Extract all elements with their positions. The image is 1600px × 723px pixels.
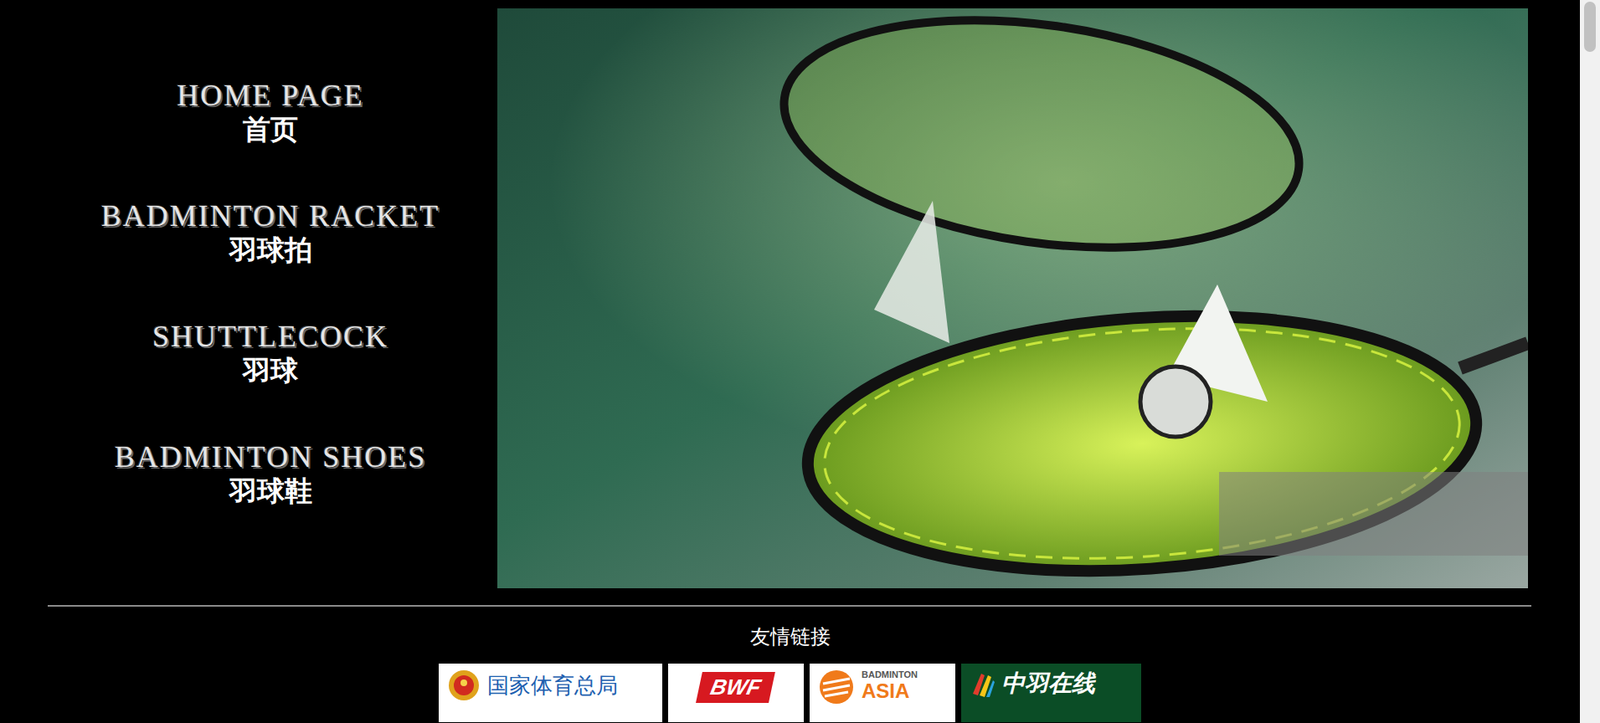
friend-link-logo[interactable]: 中羽在线 [961, 663, 1142, 723]
nav-item[interactable]: BADMINTON RACKET羽球拍 [101, 199, 440, 320]
scrollbar-thumb[interactable] [1584, 1, 1596, 52]
divider-line [47, 605, 1532, 608]
friend-links-row: 国家体育总局 BWF BADMINTONASIA 中羽在线 [0, 649, 1580, 723]
logo-text[interactable]: 中羽在线 [1001, 668, 1096, 700]
logo-text[interactable]: ASIA [861, 680, 918, 702]
nav-item[interactable]: BADMINTON SHOES羽球鞋 [114, 440, 427, 561]
nav-item-english[interactable]: SHUTTLECOCK [152, 319, 389, 355]
feather-icon [969, 668, 995, 700]
main-row: HOME PAGE首页BADMINTON RACKET羽球拍SHUTTLECOC… [0, 0, 1580, 589]
nav-item[interactable]: HOME PAGE首页 [176, 78, 365, 200]
nav-item-chinese[interactable]: 羽球拍 [229, 233, 313, 268]
friend-link-logo[interactable]: BWF [668, 663, 804, 723]
hero-banner-image [497, 8, 1528, 589]
friend-links-title: 友情链接 [0, 607, 1580, 650]
badminton-photo [497, 8, 1528, 589]
national-emblem-icon [447, 668, 481, 703]
nav-item-english[interactable]: HOME PAGE [176, 78, 365, 114]
nav-item-chinese[interactable]: 羽球 [242, 354, 299, 388]
nav-item-chinese[interactable]: 首页 [242, 113, 299, 147]
nav-item[interactable]: SHUTTLECOCK羽球 [152, 319, 389, 441]
nav-item-english[interactable]: BADMINTON RACKET [101, 199, 440, 234]
logo-text[interactable]: BWF [696, 672, 777, 704]
side-nav: HOME PAGE首页BADMINTON RACKET羽球拍SHUTTLECOC… [47, 8, 494, 589]
logo-text[interactable]: BADMINTON [861, 668, 918, 681]
scrollbar[interactable] [1579, 0, 1600, 723]
nav-item-english[interactable]: BADMINTON SHOES [114, 440, 427, 475]
nav-item-chinese[interactable]: 羽球鞋 [229, 474, 313, 509]
friend-link-logo[interactable]: BADMINTONASIA [809, 663, 956, 723]
friend-link-logo[interactable]: 国家体育总局 [438, 663, 663, 723]
logo-text[interactable]: 国家体育总局 [487, 668, 618, 701]
logo-text-group: BADMINTONASIA [861, 668, 918, 702]
badminton-asia-icon [818, 668, 855, 706]
